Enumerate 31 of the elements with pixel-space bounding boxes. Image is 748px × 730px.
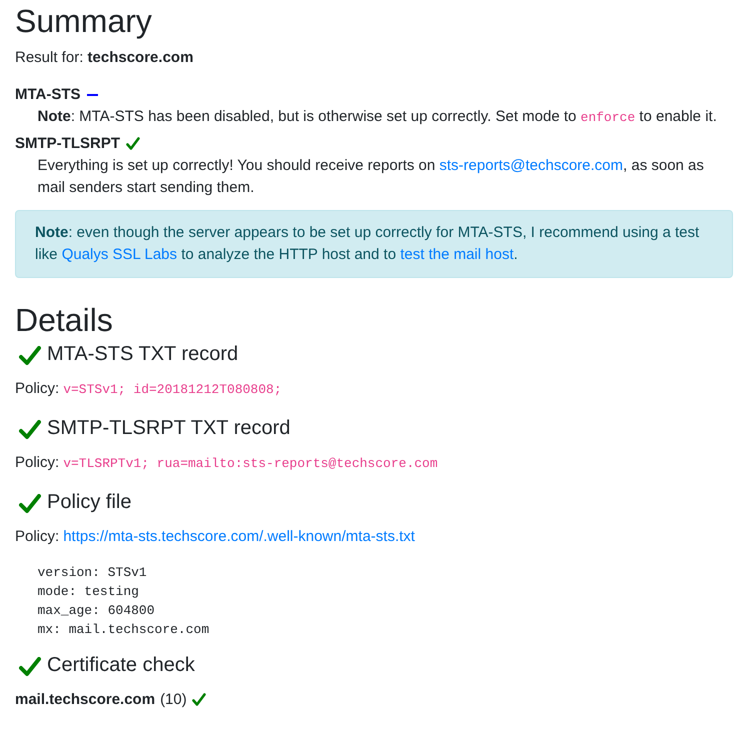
email-link[interactable]: sts-reports@techscore.com [439, 157, 624, 174]
policy-value: v=STSv1; id=20181212T080808; [63, 381, 282, 399]
check-icon [19, 420, 41, 440]
minus-icon [86, 94, 98, 96]
email-link[interactable]: test the mail host [400, 246, 514, 263]
section-heading: Certificate check [47, 653, 195, 677]
check-icon [19, 657, 41, 677]
policy-value: v=TLSRPTv1; rua=mailto:sts-reports@techscore.com [63, 455, 438, 473]
section-heading: MTA-STS TXT record [47, 342, 238, 366]
check-icon [19, 346, 41, 366]
email-link[interactable]: Qualys SSL Labs [62, 246, 178, 263]
summary-heading: Summary [15, 2, 153, 41]
policy-file-content: version: STSv1 mode: testing max_age: 604800 mx: mail.techscore.com [36, 564, 210, 639]
policy-link[interactable]: https://mta-sts.techscore.com/.well-known/mta-sts.txt [63, 526, 415, 548]
policy-label: Policy: [15, 453, 60, 473]
note-text: Note: even though the server appears to be set up correctly for MTA-STS, I recommend using a test like Qualys SSL Labs to analyze the HTTP host and to test the mail host. [35, 223, 700, 265]
result-line: Result for: techscore.com [15, 48, 194, 68]
host-name: mail.techscore.com [15, 690, 156, 710]
section-heading: Policy file [47, 490, 132, 514]
check-name: SMTP-TLSRPT [15, 134, 120, 154]
check-name: MTA-STS [15, 85, 81, 105]
details-heading: Details [15, 301, 114, 340]
check-icon [192, 693, 206, 707]
host-count: (10) [160, 690, 187, 710]
check-icon [19, 494, 41, 514]
check-description: Everything is set up correctly! You should receive reports on sts-reports@techscore.com, as soon as mail senders start sending them. [36, 156, 705, 198]
section-heading: SMTP-TLSRPT TXT record [47, 416, 290, 440]
policy-label: Policy: [15, 379, 60, 399]
policy-label: Policy: [15, 527, 60, 547]
check-description: Note: MTA-STS has been disabled, but is otherwise set up correctly. Set mode to enforce to enable it. [36, 107, 718, 127]
check-icon [126, 137, 140, 151]
